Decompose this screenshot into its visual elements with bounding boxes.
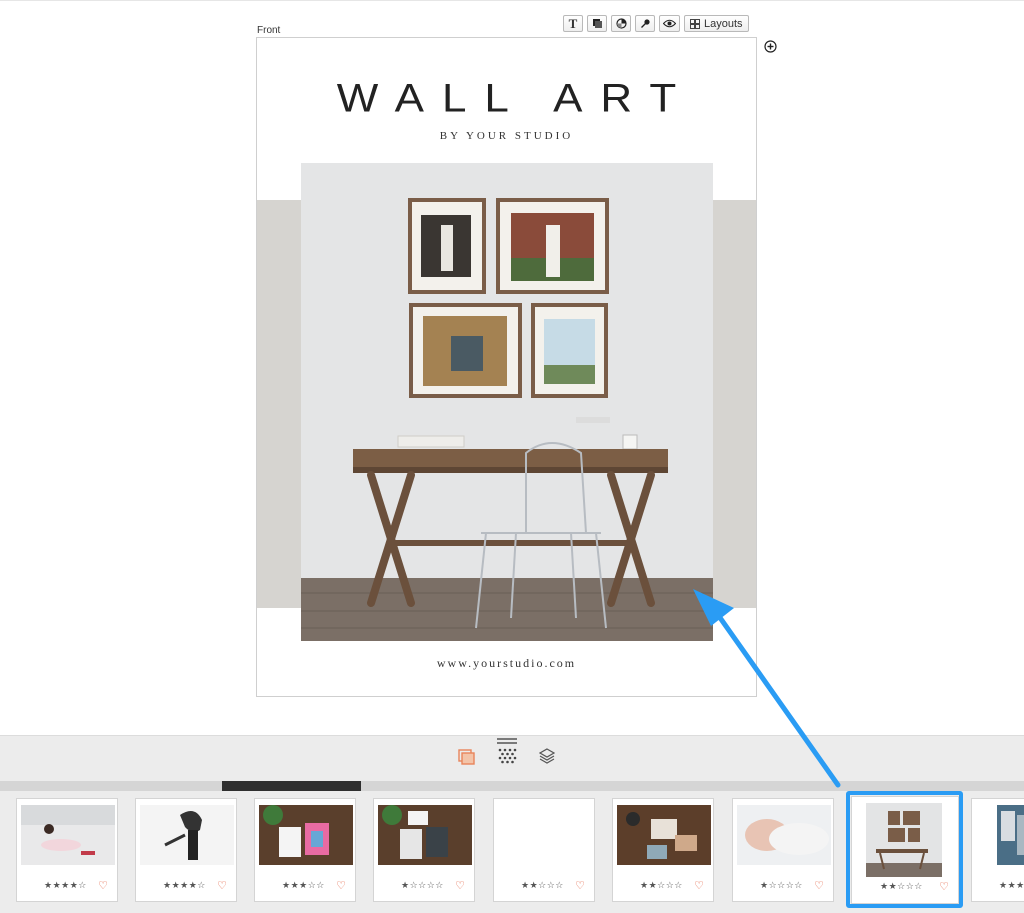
thumbnail-image (617, 805, 711, 865)
filmstrip-scroll-thumb[interactable] (222, 781, 361, 791)
star-rating[interactable]: ★★★★☆ (163, 881, 206, 891)
layers-icon[interactable] (539, 747, 555, 765)
thumbnail-image (21, 805, 115, 865)
layouts-label: Layouts (704, 17, 743, 30)
heart-icon[interactable]: ♡ (694, 879, 704, 892)
text-icon: T (568, 15, 578, 31)
star-rating[interactable]: ★☆☆☆☆ (760, 881, 803, 891)
layouts-grid-icon (690, 18, 700, 29)
zoom-in-icon[interactable] (764, 40, 777, 53)
grid-icon[interactable] (497, 738, 517, 766)
eye-icon (663, 19, 676, 28)
stacked-photos-icon[interactable] (458, 747, 476, 765)
page-label: Front (257, 25, 281, 36)
canvas-subtitle[interactable]: BY YOUR STUDIO (257, 130, 756, 142)
heart-icon[interactable]: ♡ (814, 879, 824, 892)
selection-highlight (846, 791, 963, 908)
design-canvas-page[interactable]: WALL ART BY YOUR STUDIO www.yourstudio.c… (256, 37, 757, 697)
star-rating[interactable]: ★★★☆☆ (999, 881, 1024, 891)
filmstrip-item[interactable]: ★★☆☆☆ ♡ (612, 798, 714, 902)
layer-icon (592, 19, 602, 28)
star-rating[interactable]: ★★☆☆☆ (640, 881, 683, 891)
heart-icon[interactable]: ♡ (217, 879, 227, 892)
dropper-tool-button[interactable] (635, 15, 655, 32)
filmstrip-item[interactable]: ★☆☆☆☆ ♡ (732, 798, 834, 902)
pin-icon (640, 19, 650, 28)
layouts-button[interactable]: Layouts (684, 15, 749, 32)
thumbnail-image (140, 805, 234, 865)
color-wheel-icon (615, 18, 627, 29)
filmstrip-item[interactable]: ★☆☆☆☆ ♡ (373, 798, 475, 902)
filmstrip-item[interactable]: ★★★★☆ ♡ (135, 798, 237, 902)
canvas-website[interactable]: www.yourstudio.com (257, 656, 756, 671)
filmstrip-item[interactable]: ★★★★☆ ♡ (16, 798, 118, 902)
top-divider (0, 0, 1024, 1)
filmstrip-item[interactable]: ★★☆☆☆ ♡ (493, 798, 595, 902)
heart-icon[interactable]: ♡ (98, 879, 108, 892)
thumbnail-image (378, 805, 472, 865)
canvas-title[interactable]: WALL ART (257, 77, 756, 122)
text-tool-button[interactable]: T (563, 15, 583, 32)
star-rating[interactable]: ★☆☆☆☆ (401, 881, 444, 891)
filmstrip-item[interactable]: ★★★☆☆ (971, 798, 1024, 902)
star-rating[interactable]: ★★☆☆☆ (521, 881, 564, 891)
heart-icon[interactable]: ♡ (336, 879, 346, 892)
star-rating[interactable]: ★★★☆☆ (282, 881, 325, 891)
thumbnail-image (498, 805, 592, 865)
thumbnail-image (259, 805, 353, 865)
filmstrip-scrollbar[interactable] (0, 781, 1024, 791)
heart-icon[interactable]: ♡ (455, 879, 465, 892)
thumbnail-image (997, 805, 1024, 865)
wall-art-photo[interactable] (301, 163, 713, 641)
star-rating[interactable]: ★★★★☆ (44, 881, 87, 891)
layer-tool-button[interactable] (587, 15, 607, 32)
filmstrip-item[interactable]: ★★★☆☆ ♡ (254, 798, 356, 902)
color-tool-button[interactable] (611, 15, 631, 32)
canvas-toolbar: T Layouts (563, 15, 749, 33)
heart-icon[interactable]: ♡ (575, 879, 585, 892)
preview-tool-button[interactable] (659, 15, 680, 32)
thumbnail-image (737, 805, 831, 865)
